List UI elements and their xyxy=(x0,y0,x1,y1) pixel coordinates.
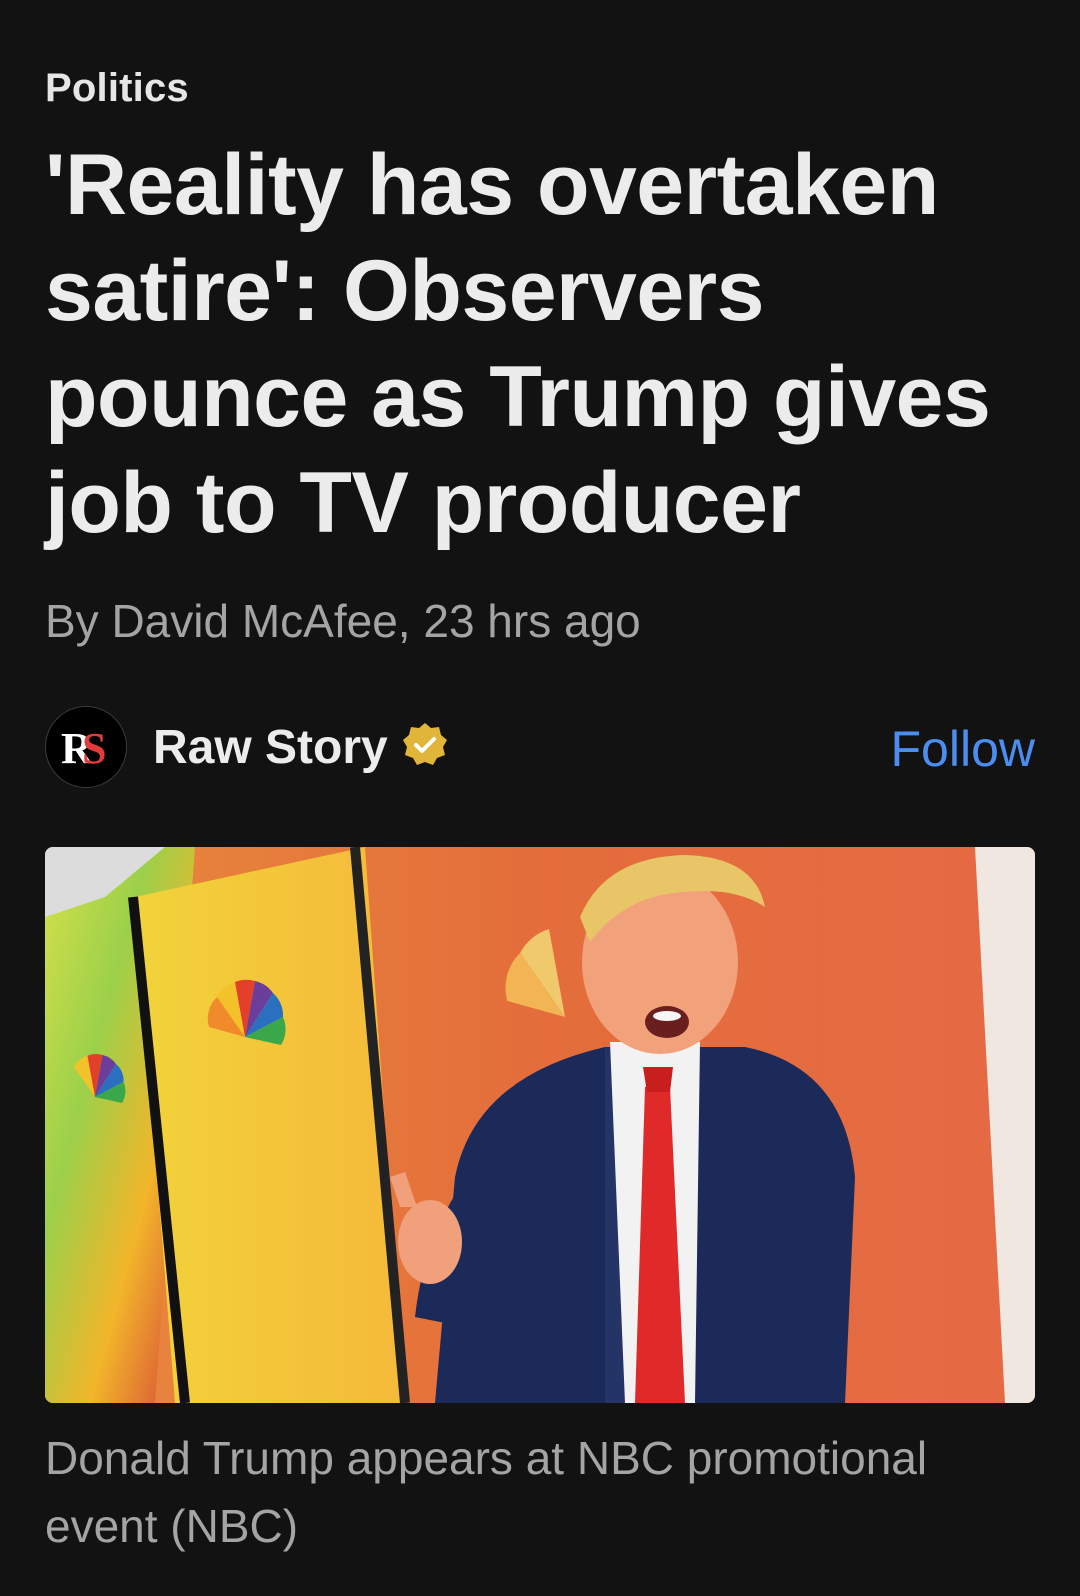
follow-button[interactable]: Follow xyxy=(891,720,1035,778)
photo-illustration xyxy=(45,847,1035,1403)
article-photo[interactable] xyxy=(45,847,1035,1403)
svg-text:S: S xyxy=(82,724,106,773)
photo-caption: Donald Trump appears at NBC promotional … xyxy=(45,1432,928,1552)
verified-badge-icon xyxy=(400,720,450,770)
source-row: R S Raw Story Follow xyxy=(45,706,1035,788)
article-byline: By David McAfee, 23 hrs ago xyxy=(45,595,641,647)
article-headline: 'Reality has overtaken satire': Observer… xyxy=(45,137,991,551)
source-name[interactable]: Raw Story xyxy=(153,720,388,775)
category-label[interactable]: Politics xyxy=(45,66,189,111)
source-logo[interactable]: R S xyxy=(45,706,127,788)
raw-story-logo-icon: R S xyxy=(61,724,106,773)
